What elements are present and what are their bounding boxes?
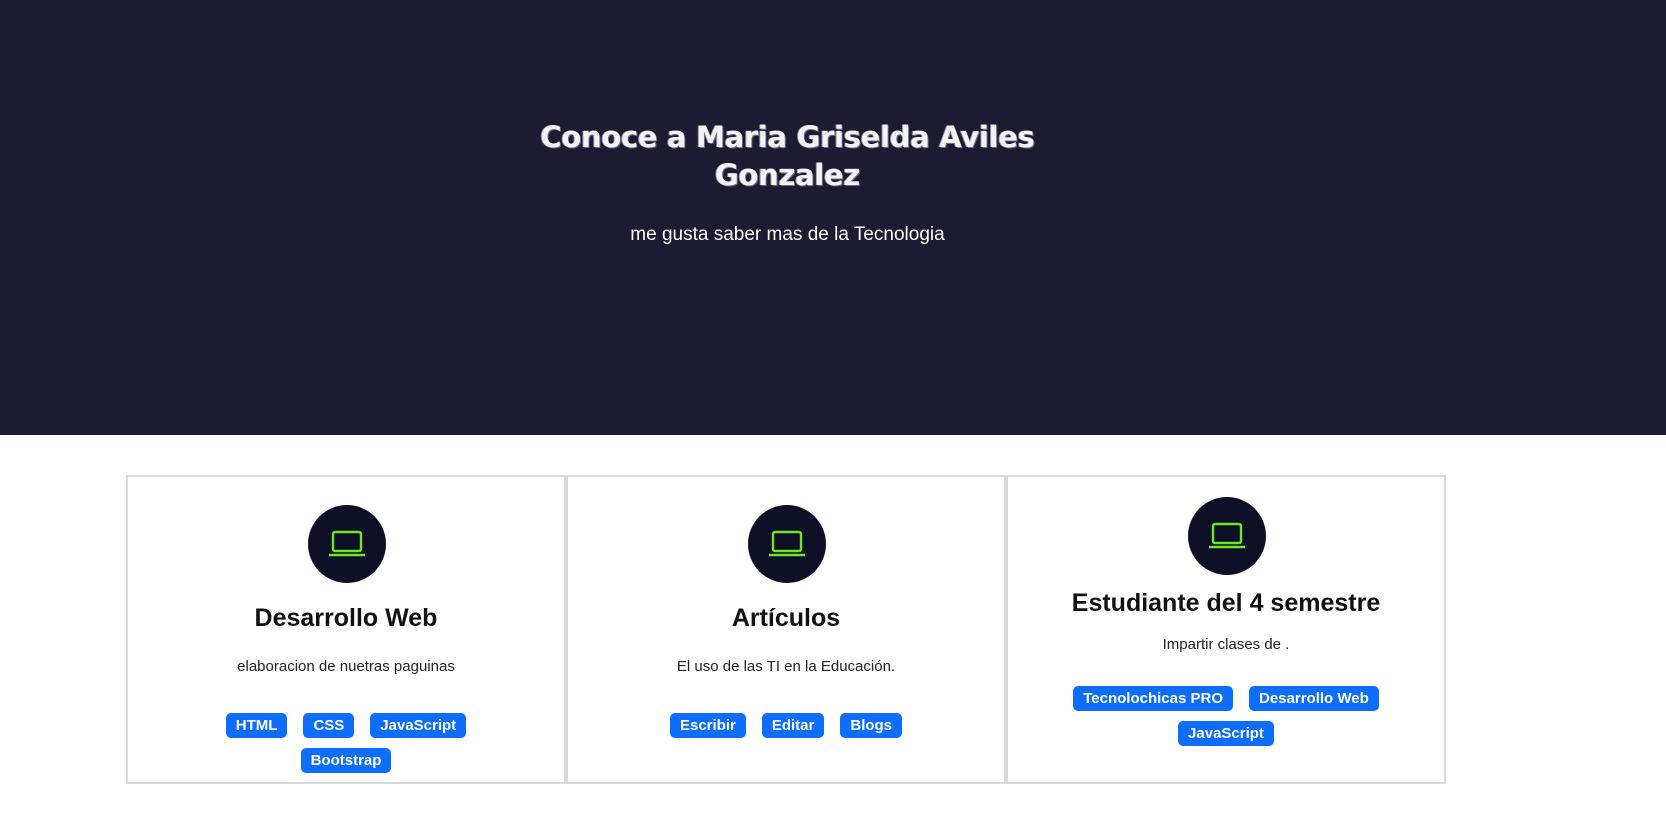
card-description: elaboracion de nuetras paguinas [237, 658, 455, 675]
hero-subtitle: me gusta saber mas de la Tecnologia [630, 224, 945, 245]
tag-badge: Editar [761, 713, 825, 738]
laptop-icon [308, 505, 386, 583]
hero-section: Conoce a Maria Griselda Aviles Gonzalez … [0, 0, 1666, 435]
card-title: Artículos [731, 604, 841, 632]
tag-badge: CSS [303, 713, 355, 738]
tag-badge: Escribir [669, 713, 746, 738]
laptop-icon [1188, 497, 1266, 575]
tag-list: Tecnolochicas PRO Desarrollo Web JavaScr… [1058, 686, 1394, 746]
tag-badge: HTML [225, 713, 288, 738]
card-title: Desarrollo Web [254, 604, 438, 632]
tag-badge: Bootstrap [300, 748, 392, 773]
card-articulos: Artículos El uso de las TI en la Educaci… [566, 475, 1006, 784]
tag-badge: JavaScript [1178, 721, 1274, 746]
card-estudiante: Estudiante del 4 semestre Impartir clase… [1006, 475, 1446, 784]
cards-section: Desarrollo Web elaboracion de nuetras pa… [126, 475, 1446, 784]
tag-list: HTML CSS JavaScript Bootstrap [178, 713, 514, 773]
card-description: El uso de las TI en la Educación. [676, 658, 896, 675]
tag-badge: Tecnolochicas PRO [1073, 686, 1233, 711]
hero-title: Conoce a Maria Griselda Aviles Gonzalez [540, 120, 1035, 192]
tag-badge: JavaScript [370, 713, 467, 738]
card-description: Impartir clases de . [1162, 636, 1290, 653]
tag-badge: Desarrollo Web [1249, 686, 1379, 711]
tag-list: Escribir Editar Blogs [618, 713, 954, 738]
card-title: Estudiante del 4 semestre [1071, 589, 1381, 617]
laptop-icon [748, 505, 826, 583]
card-desarrollo-web: Desarrollo Web elaboracion de nuetras pa… [126, 475, 566, 784]
tag-badge: Blogs [840, 713, 903, 738]
